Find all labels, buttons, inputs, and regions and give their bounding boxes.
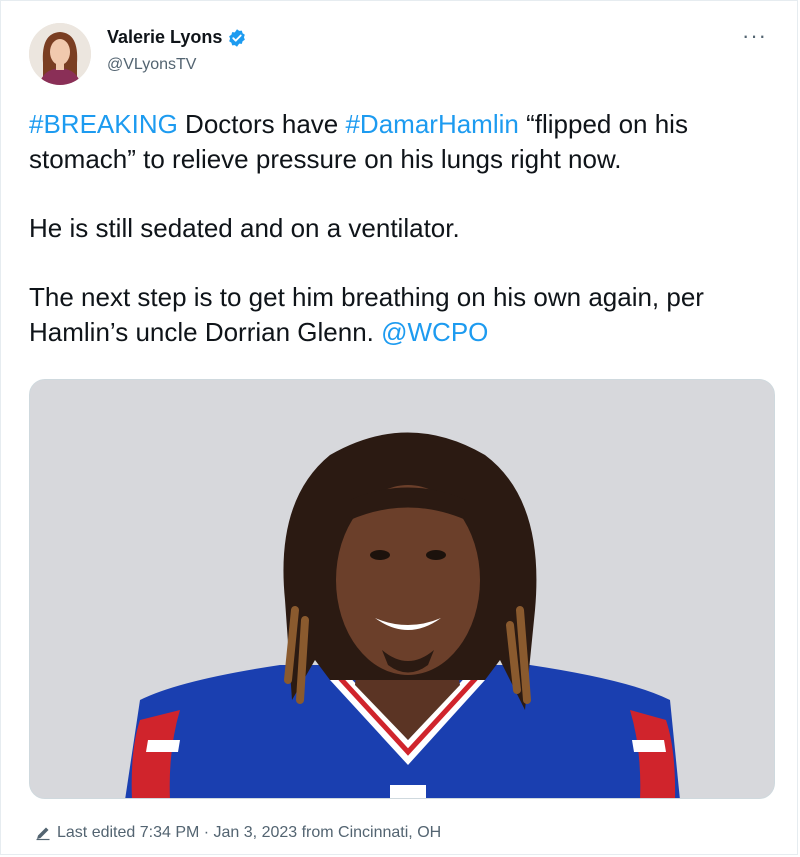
author-name-row[interactable]: Valerie Lyons — [107, 27, 247, 48]
edited-label[interactable]: Last edited 7:34 PM · Jan 3, 2023 from C… — [57, 824, 441, 842]
tweet-card: Valerie Lyons @VLyonsTV ··· #BREAKING Do… — [0, 0, 798, 855]
hashtag-damarhamlin[interactable]: #DamarHamlin — [345, 109, 518, 139]
tweet-media-photo[interactable] — [29, 379, 775, 799]
tweet-paragraph-3: The next step is to get him breathing on… — [29, 280, 779, 350]
author-display-name[interactable]: Valerie Lyons — [107, 27, 222, 48]
player-portrait-image — [30, 380, 774, 798]
tweet-paragraph-1: #BREAKING Doctors have #DamarHamlin “fli… — [29, 107, 779, 177]
mention-wcpo[interactable]: @WCPO — [381, 317, 488, 347]
verified-badge-icon — [227, 28, 247, 48]
pencil-icon — [35, 825, 51, 841]
edited-info[interactable]: Last edited 7:34 PM · Jan 3, 2023 from C… — [35, 824, 441, 842]
tweet-text: #BREAKING Doctors have #DamarHamlin “fli… — [29, 107, 779, 350]
tweet-text-segment: The next step is to get him breathing on… — [29, 282, 704, 347]
tweet-paragraph-2: He is still sedated and on a ventilator. — [29, 213, 460, 243]
avatar-image — [29, 23, 91, 85]
tweet-text-segment: Doctors have — [177, 109, 346, 139]
avatar[interactable] — [29, 23, 91, 85]
author-handle[interactable]: @VLyonsTV — [107, 56, 196, 74]
more-options-icon[interactable]: ··· — [742, 25, 767, 47]
hashtag-breaking[interactable]: #BREAKING — [29, 109, 178, 139]
